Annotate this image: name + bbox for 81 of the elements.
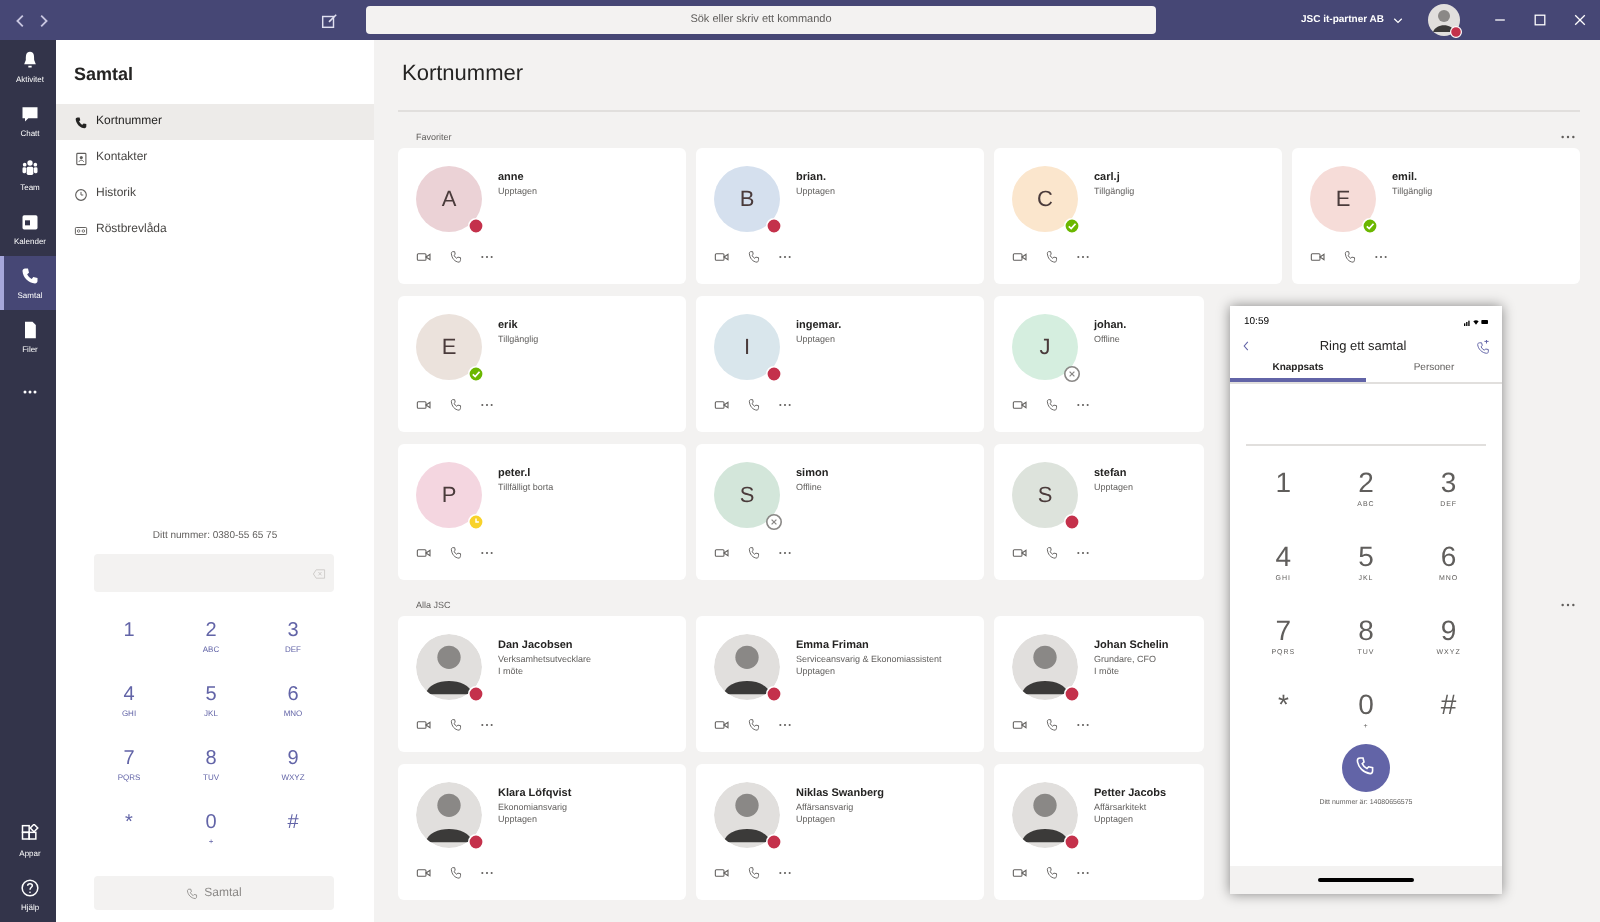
video-call-icon[interactable] <box>1012 398 1028 412</box>
phone-icon[interactable] <box>746 250 762 264</box>
sidebar-title: Samtal <box>72 62 136 88</box>
dial-key[interactable]: * <box>1242 688 1325 740</box>
call-add-icon[interactable] <box>1475 339 1490 353</box>
help-icon <box>20 878 40 898</box>
video-call-icon[interactable] <box>714 398 730 412</box>
compose-icon[interactable] <box>320 11 338 29</box>
voicemail-icon <box>74 223 88 237</box>
phone-icon[interactable] <box>746 866 762 880</box>
phone-icon <box>186 887 199 899</box>
photo-placeholder <box>1012 782 1078 848</box>
phone-icon[interactable] <box>1342 250 1358 264</box>
more-icon[interactable] <box>1560 601 1576 607</box>
video-call-icon[interactable] <box>416 398 432 412</box>
video-call-icon[interactable] <box>714 866 730 880</box>
avatar: C <box>1012 166 1078 232</box>
phone-icon[interactable] <box>448 398 464 412</box>
status-icons <box>1462 318 1490 326</box>
phone-icon[interactable] <box>746 718 762 732</box>
avatar: J <box>1012 314 1078 380</box>
video-call-icon[interactable] <box>1012 546 1028 560</box>
dial-key[interactable]: 1 <box>88 620 170 668</box>
contact-book-icon <box>74 151 88 165</box>
video-call-icon[interactable] <box>1310 250 1326 264</box>
video-call-icon[interactable] <box>416 546 432 560</box>
phone-number-field[interactable] <box>94 554 334 592</box>
phone-icon[interactable] <box>1044 866 1060 880</box>
video-call-icon[interactable] <box>1012 250 1028 264</box>
photo-placeholder <box>714 782 780 848</box>
more-icon[interactable] <box>1560 133 1576 139</box>
dial-key[interactable]: # <box>252 812 334 860</box>
phone-icon[interactable] <box>746 546 762 560</box>
phone-icon[interactable] <box>746 398 762 412</box>
avatar: P <box>416 462 482 528</box>
phone-icon[interactable] <box>448 546 464 560</box>
photo-placeholder <box>714 634 780 700</box>
photo-placeholder <box>416 782 482 848</box>
maximize-icon[interactable] <box>1532 12 1548 28</box>
page-title: Kortnummer <box>400 60 526 90</box>
close-icon[interactable] <box>1572 12 1588 28</box>
avatar: I <box>714 314 780 380</box>
call-button[interactable] <box>1342 744 1390 792</box>
avatar: E <box>1310 166 1376 232</box>
video-call-icon[interactable] <box>714 718 730 732</box>
dial-key[interactable]: # <box>1407 688 1490 740</box>
avatar: E <box>416 314 482 380</box>
photo-placeholder <box>416 634 482 700</box>
dial-key[interactable]: * <box>88 812 170 860</box>
phone-icon[interactable] <box>448 718 464 732</box>
user-avatar[interactable] <box>1428 4 1460 36</box>
phone-icon[interactable] <box>1044 546 1060 560</box>
avatar: S <box>714 462 780 528</box>
avatar: A <box>416 166 482 232</box>
chevron-down-icon[interactable] <box>1392 15 1404 25</box>
phone-icon[interactable] <box>1044 398 1060 412</box>
chat-icon <box>20 104 40 124</box>
phone-icon <box>74 115 88 129</box>
phone-icon[interactable] <box>448 866 464 880</box>
phone-icon[interactable] <box>1044 250 1060 264</box>
phone-icon <box>20 266 40 286</box>
avatar: S <box>1012 462 1078 528</box>
back-icon[interactable] <box>1242 340 1250 352</box>
file-icon <box>20 320 40 340</box>
video-call-icon[interactable] <box>1012 866 1028 880</box>
phone-icon[interactable] <box>448 250 464 264</box>
clock-icon <box>74 187 88 201</box>
calendar-icon <box>20 212 40 232</box>
video-call-icon[interactable] <box>714 546 730 560</box>
bell-icon <box>20 50 40 70</box>
video-call-icon[interactable] <box>1012 718 1028 732</box>
video-call-icon[interactable] <box>416 866 432 880</box>
phone-icon[interactable] <box>1044 718 1060 732</box>
team-icon <box>20 158 40 178</box>
video-call-icon[interactable] <box>416 718 432 732</box>
video-call-icon[interactable] <box>416 250 432 264</box>
photo-placeholder <box>1012 634 1078 700</box>
video-call-icon[interactable] <box>714 250 730 264</box>
apps-icon <box>20 824 40 844</box>
dial-key[interactable]: 1 <box>1242 466 1325 518</box>
avatar: B <box>714 166 780 232</box>
